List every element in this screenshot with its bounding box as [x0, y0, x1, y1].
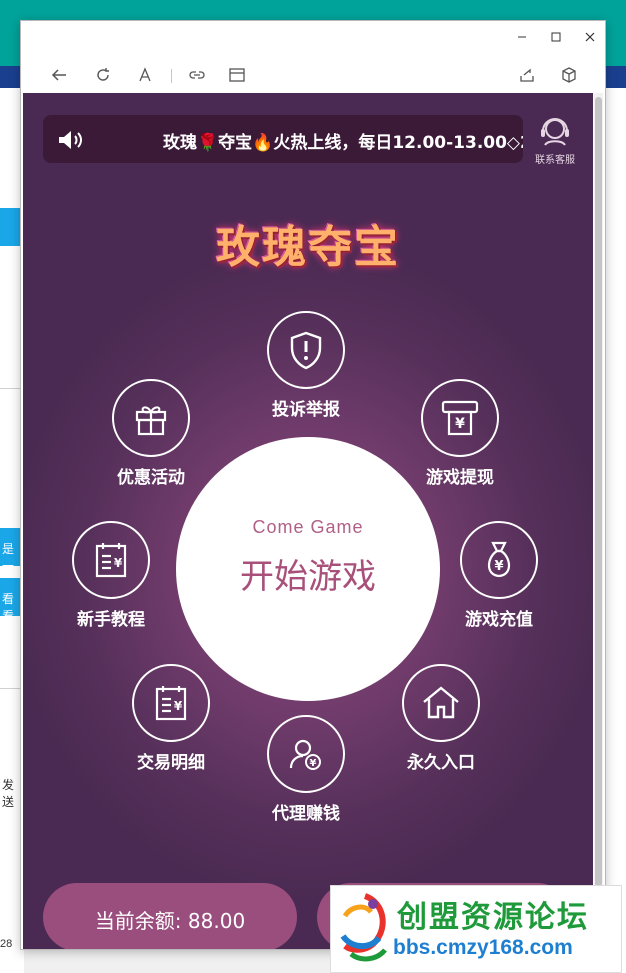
transactions-label: 交易明细 [137, 753, 205, 773]
agent-button[interactable]: ¥ 代理赚钱 [246, 715, 366, 825]
share-icon [520, 68, 534, 82]
desktop-blue-button[interactable]: 看看 [0, 578, 22, 623]
close-icon [585, 32, 595, 42]
recharge-icon-circle: ¥ [460, 521, 538, 599]
svg-text:¥: ¥ [174, 699, 183, 713]
maximize-icon [551, 32, 561, 42]
start-subtitle: Come Game [252, 517, 364, 537]
recharge-button[interactable]: ¥ 游戏充值 [439, 521, 559, 631]
share-button[interactable] [515, 63, 539, 87]
desktop-side-text: 是一 [2, 542, 15, 573]
desktop-side-text: 看看 [2, 592, 15, 623]
extension-button[interactable] [557, 63, 581, 87]
window-icon [229, 68, 245, 82]
svg-text:¥: ¥ [455, 416, 465, 432]
permanent-entry-icon-circle [402, 664, 480, 742]
permanent-entry-button[interactable]: 永久入口 [381, 664, 501, 774]
money-bag-icon: ¥ [487, 541, 511, 578]
permanent-entry-label: 永久入口 [407, 753, 475, 773]
support-label: 联系客服 [535, 155, 575, 166]
watermark-logo-icon [340, 893, 387, 962]
withdraw-button[interactable]: ¥ 游戏提现 [400, 379, 520, 489]
back-arrow-icon [51, 69, 66, 81]
recharge-label: 游戏充值 [465, 610, 533, 630]
back-button[interactable] [47, 63, 71, 87]
withdraw-icon-circle: ¥ [421, 379, 499, 457]
desktop-blue-panel [0, 208, 22, 246]
text-size-icon [139, 67, 151, 82]
receipt-yen-icon: ¥ [155, 686, 187, 721]
minimize-button[interactable] [511, 27, 533, 47]
cube-icon [562, 67, 576, 83]
browser-toolbar [21, 57, 605, 91]
scrollbar-thumb[interactable] [595, 97, 602, 887]
start-title: 开始游戏 [240, 557, 376, 597]
complaint-button[interactable]: 投诉举报 [246, 311, 366, 421]
agent-icon-circle: ¥ [267, 715, 345, 793]
atm-icon: ¥ [441, 400, 479, 436]
minimize-icon [518, 36, 526, 38]
reader-mode-button[interactable] [133, 63, 157, 87]
svg-text:¥: ¥ [114, 556, 123, 570]
desktop-blue-button[interactable]: 是一 [0, 528, 22, 573]
tutorial-icon-circle: ¥ [72, 521, 150, 599]
close-button[interactable] [579, 27, 601, 47]
tutorial-label: 新手教程 [77, 610, 145, 630]
balance-button[interactable]: 当前余额: 88.00 [43, 883, 297, 949]
browser-window: 玫瑰🌹夺宝🔥火热上线，每日12.00-13.00◇20 联系客服 玫瑰夺宝 投诉… [20, 20, 606, 950]
headset-icon [541, 118, 569, 146]
speaker-icon [59, 131, 82, 149]
gift-icon [135, 406, 167, 436]
promotion-icon-circle [112, 379, 190, 457]
refresh-button[interactable] [91, 63, 115, 87]
desktop-right-panel [606, 88, 626, 973]
balance-label: 当前余额: 88.00 [94, 909, 246, 933]
link-icon [189, 71, 205, 79]
title-bar [21, 21, 605, 53]
svg-text:¥: ¥ [310, 758, 317, 769]
start-game-button[interactable]: Come Game 开始游戏 [176, 437, 440, 701]
tutorial-button[interactable]: ¥ 新手教程 [51, 521, 171, 631]
watermark-url: bbs.cmzy168.com [393, 936, 573, 959]
transactions-button[interactable]: ¥ 交易明细 [111, 664, 231, 774]
document-yen-icon: ¥ [95, 543, 127, 578]
notice-bar: 玫瑰🌹夺宝🔥火热上线，每日12.00-13.00◇20 [43, 115, 523, 163]
shield-alert-icon [290, 331, 322, 370]
promotion-label: 优惠活动 [117, 468, 185, 488]
withdraw-label: 游戏提现 [426, 468, 494, 488]
agent-money-icon: ¥ [289, 739, 321, 770]
watermark: 创盟资源论坛 bbs.cmzy168.com [330, 885, 622, 973]
home-icon [423, 686, 459, 719]
agent-label: 代理赚钱 [272, 804, 340, 824]
svg-text:¥: ¥ [494, 559, 503, 574]
game-logo: 玫瑰夺宝 [216, 222, 400, 273]
scrollbar[interactable] [594, 93, 603, 949]
refresh-icon [97, 68, 109, 81]
complaint-label: 投诉举报 [272, 400, 340, 420]
toolbar-separator [171, 69, 172, 83]
transactions-icon-circle: ¥ [132, 664, 210, 742]
support-button[interactable]: 联系客服 [529, 113, 581, 169]
page-viewport: 玫瑰🌹夺宝🔥火热上线，每日12.00-13.00◇20 联系客服 玫瑰夺宝 投诉… [23, 93, 603, 949]
complaint-icon-circle [267, 311, 345, 389]
watermark-title: 创盟资源论坛 [397, 900, 589, 935]
game-page: 玫瑰🌹夺宝🔥火热上线，每日12.00-13.00◇20 联系客服 玫瑰夺宝 投诉… [23, 93, 593, 949]
link-button[interactable] [185, 63, 209, 87]
promotion-button[interactable]: 优惠活动 [91, 379, 211, 489]
notice-text: 玫瑰🌹夺宝🔥火热上线，每日12.00-13.00◇20 [163, 133, 523, 153]
maximize-button[interactable] [545, 27, 567, 47]
desktop-bottom-number: 28 [0, 938, 13, 950]
window-button[interactable] [225, 63, 249, 87]
